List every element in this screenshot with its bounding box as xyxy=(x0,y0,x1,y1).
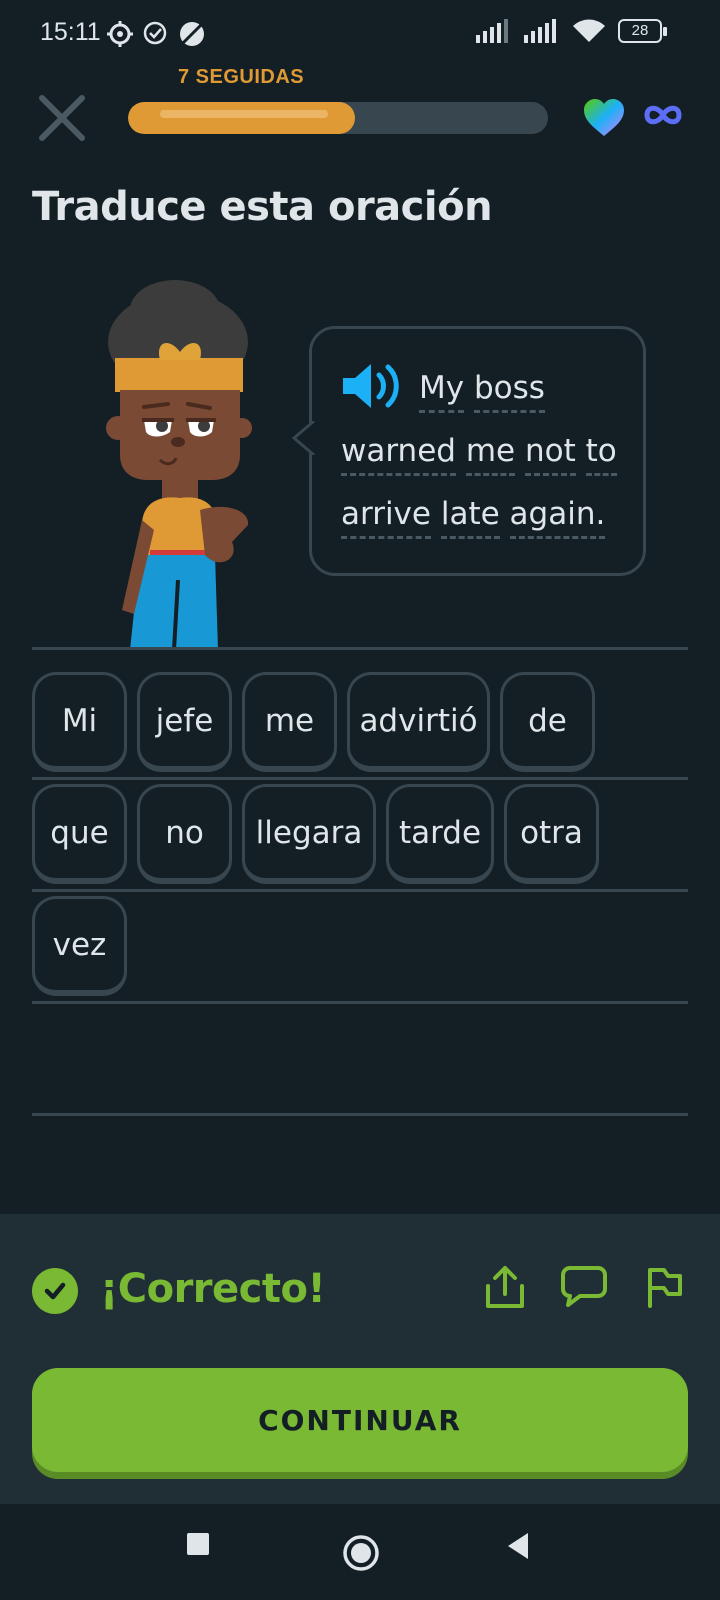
word-chip[interactable]: Mi xyxy=(32,672,127,772)
signal-icon xyxy=(524,19,556,43)
prompt-word[interactable]: again. xyxy=(509,496,606,539)
speaker-icon[interactable] xyxy=(341,361,405,411)
status-time: 15:11 xyxy=(40,18,101,46)
comment-icon[interactable] xyxy=(560,1264,608,1308)
answer-line xyxy=(32,647,688,650)
wifi-icon xyxy=(573,19,605,42)
answer-line xyxy=(32,777,688,780)
prompt-word[interactable]: warned xyxy=(341,433,456,476)
word-chip[interactable]: tarde xyxy=(386,784,494,884)
progress-shine xyxy=(160,110,328,118)
prompt-word[interactable]: boss xyxy=(473,370,545,413)
word-chip[interactable]: de xyxy=(500,672,595,772)
signal-icon xyxy=(476,19,508,43)
infinity-icon xyxy=(644,105,682,125)
word-chip[interactable]: vez xyxy=(32,896,127,996)
prompt-word[interactable]: not xyxy=(524,433,576,476)
character-illustration xyxy=(106,280,252,650)
prompt-word[interactable]: My xyxy=(419,370,465,413)
word-chip[interactable]: que xyxy=(32,784,127,884)
prompt-word[interactable]: late xyxy=(440,496,500,539)
battery-icon: 28 xyxy=(618,19,667,43)
speech-bubble: My boss warned me not to arrive late aga… xyxy=(292,326,646,576)
word-chip[interactable]: jefe xyxy=(137,672,232,772)
prompt-sentence: My boss warned me not to arrive late aga… xyxy=(341,357,631,546)
recent-apps-icon[interactable] xyxy=(186,1532,210,1556)
prompt-word[interactable]: to xyxy=(585,433,617,476)
no-sync-icon xyxy=(180,22,204,46)
close-icon[interactable] xyxy=(36,92,88,144)
share-icon[interactable] xyxy=(484,1264,526,1310)
answer-line xyxy=(32,1001,688,1004)
word-chip[interactable]: me xyxy=(242,672,337,772)
continue-button[interactable]: CONTINUAR xyxy=(32,1368,688,1472)
progress-fill xyxy=(128,102,355,134)
word-chip[interactable]: otra xyxy=(504,784,599,884)
status-bar: 15:11 28 xyxy=(0,0,720,70)
answer-line xyxy=(32,889,688,892)
gear-icon xyxy=(107,21,133,47)
exercise-title: Traduce esta oración xyxy=(32,184,493,230)
heart-icon[interactable] xyxy=(582,98,626,138)
feedback-status: ¡Correcto! xyxy=(100,1266,326,1312)
flag-icon[interactable] xyxy=(644,1264,686,1310)
home-icon[interactable] xyxy=(342,1534,380,1572)
battery-level: 28 xyxy=(631,22,649,39)
back-icon[interactable] xyxy=(506,1532,530,1560)
speech-bubble-tail xyxy=(292,421,315,455)
prompt-word[interactable]: arrive xyxy=(341,496,431,539)
check-icon xyxy=(32,1268,78,1314)
word-chip[interactable]: no xyxy=(137,784,232,884)
check-circle-icon xyxy=(143,21,167,45)
word-chip[interactable]: llegara xyxy=(242,784,376,884)
prompt-word[interactable]: me xyxy=(465,433,516,476)
word-chip[interactable]: advirtió xyxy=(347,672,490,772)
answer-line xyxy=(32,1113,688,1116)
streak-label: 7 SEGUIDAS xyxy=(178,66,305,88)
lesson-progress-bar xyxy=(128,102,548,134)
